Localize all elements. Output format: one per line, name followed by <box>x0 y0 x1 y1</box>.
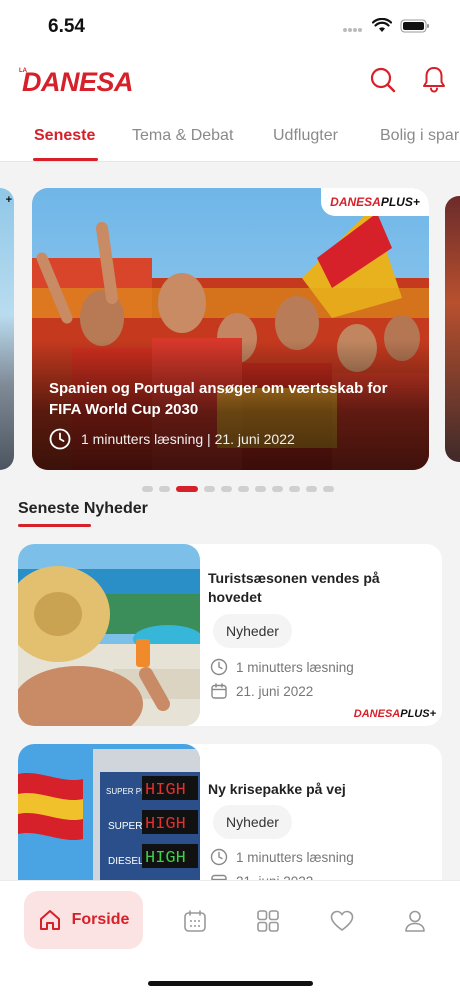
status-icons <box>342 18 430 33</box>
carousel-dot[interactable] <box>255 486 266 492</box>
bottom-navigation: Forside <box>0 880 460 995</box>
featured-article-title: Spanien og Portugal ansøger om værtsskab… <box>49 380 388 418</box>
battery-icon <box>400 19 429 32</box>
previous-plus-badge: + <box>5 194 12 206</box>
carousel-dot[interactable] <box>323 486 334 492</box>
sign-value-1: HIGH <box>145 781 186 800</box>
signal-icon <box>343 27 362 32</box>
carousel-dot[interactable] <box>142 486 153 492</box>
bell-icon[interactable] <box>421 65 447 93</box>
category-tabs: Seneste Tema & Debat Udflugter Bolig i s… <box>0 116 460 162</box>
tab-udflugter[interactable]: Udflugter <box>273 127 338 145</box>
carousel-dot[interactable] <box>306 486 317 492</box>
clock-icon <box>210 848 228 866</box>
featured-carousel[interactable]: + DANESA PLUS+ Spanien og Portugal ansøg… <box>0 162 460 492</box>
calendar-icon <box>211 683 227 699</box>
sign-label-diesel: DIESEL <box>108 856 144 867</box>
tab-seneste[interactable]: Seneste <box>34 127 95 145</box>
section-title-underline <box>18 524 91 527</box>
carousel-dot[interactable] <box>272 486 283 492</box>
tab-tema-debat[interactable]: Tema & Debat <box>132 127 233 145</box>
next-article-card[interactable] <box>445 196 460 462</box>
carousel-pagination <box>142 486 334 492</box>
news-card-title: Turistsæsonen vendes på hovedet <box>208 570 380 605</box>
reading-time-row: 1 minutters læsning <box>210 848 354 866</box>
reading-time-row: 1 minutters læsning <box>210 658 354 676</box>
featured-article-meta-text: 1 minutters læsning | 21. juni 2022 <box>81 431 295 447</box>
search-icon[interactable] <box>369 66 397 94</box>
calendar-icon[interactable] <box>182 908 208 934</box>
news-card[interactable]: Turistsæsonen vendes på hovedet Nyheder … <box>18 544 442 726</box>
carousel-dot[interactable] <box>289 486 300 492</box>
nav-home-label: Forside <box>71 911 130 928</box>
carousel-dot[interactable] <box>221 486 232 492</box>
active-tab-indicator <box>33 158 98 161</box>
featured-article-meta: 1 minutters læsning | 21. juni 2022 <box>49 428 295 450</box>
news-card-title: Ny krisepakke på vej <box>208 781 346 797</box>
news-card-image <box>18 544 200 726</box>
danesa-plus-badge: DANESAPLUS+ <box>321 188 429 216</box>
publish-date: 21. juni 2022 <box>236 683 314 699</box>
clock-icon <box>49 428 71 450</box>
status-time: 6.54 <box>48 16 85 37</box>
home-indicator <box>148 981 313 986</box>
reading-time: 1 minutters læsning <box>236 659 354 675</box>
section-title: Seneste Nyheder <box>18 500 148 517</box>
carousel-dot[interactable] <box>159 486 170 492</box>
home-icon <box>39 910 60 930</box>
previous-article-card[interactable]: + <box>0 188 14 470</box>
badge-brand: DANESA <box>353 708 401 720</box>
category-tag[interactable]: Nyheder <box>213 805 292 839</box>
tab-bolig[interactable]: Bolig i spar <box>380 127 459 145</box>
sign-value-3: HIGH <box>145 849 186 868</box>
danesa-plus-badge: DANESAPLUS+ <box>354 708 436 720</box>
carousel-dot-active[interactable] <box>176 486 198 492</box>
profile-icon[interactable] <box>402 908 428 934</box>
heart-icon[interactable] <box>329 908 355 934</box>
wifi-icon <box>372 18 392 32</box>
brand-logo[interactable]: LA DANESA <box>18 62 158 98</box>
badge-plus: PLUS+ <box>380 195 420 209</box>
sign-value-2: HIGH <box>145 815 186 834</box>
badge-plus: PLUS+ <box>400 708 436 720</box>
status-bar: 6.54 <box>0 0 460 52</box>
grid-icon[interactable] <box>255 908 281 934</box>
app-header: LA DANESA <box>0 52 460 116</box>
clock-icon <box>210 658 228 676</box>
carousel-dot[interactable] <box>204 486 215 492</box>
category-tag[interactable]: Nyheder <box>213 614 292 648</box>
date-row: 21. juni 2022 <box>210 682 313 700</box>
sign-label-super: SUPER <box>108 821 142 832</box>
reading-time: 1 minutters læsning <box>236 849 354 865</box>
featured-article-card[interactable]: DANESA PLUS+ Spanien og Portugal ansøger … <box>32 188 429 470</box>
brand-name: DANESA <box>22 67 134 97</box>
app-screen: 6.54 LA DANESA Seneste Tema & Debat Udfl… <box>0 0 460 995</box>
badge-brand: DANESA <box>330 195 381 209</box>
nav-home-button[interactable]: Forside <box>24 891 143 949</box>
carousel-dot[interactable] <box>238 486 249 492</box>
